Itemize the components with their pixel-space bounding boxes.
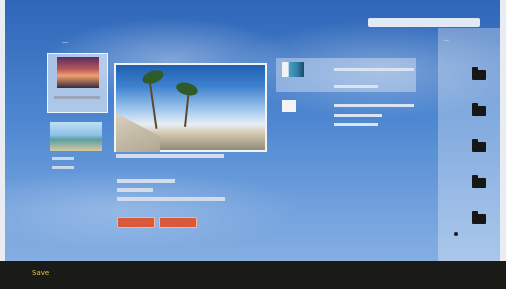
photo-palm-leaves [140,67,166,87]
detail-line-3 [117,197,225,201]
search-input[interactable] [368,18,480,27]
list-item-thumbnail [282,62,304,77]
footer-label[interactable]: Save [32,269,49,277]
album-thumbnail-selected[interactable] [47,53,108,113]
album-thumbnail-image [57,57,99,88]
album-thumbnail-caption [52,166,74,169]
list-item-thumbnail [282,100,296,112]
album-thumbnail[interactable] [50,122,102,151]
action-button-1[interactable] [117,217,155,228]
folder-panel [438,28,500,261]
folder-icon[interactable] [472,67,486,80]
window-right-border [500,0,506,289]
list-item-subtitle [334,123,378,126]
folder-icon[interactable] [472,103,486,116]
main-photo-preview[interactable] [114,63,267,152]
folder-panel-header: — [444,38,449,44]
photo-palm-leaves [174,80,200,98]
photo-caption [116,154,224,158]
action-button-2[interactable] [159,217,197,228]
list-item-subtitle [334,114,382,117]
detail-line-1 [117,179,175,183]
album-title: — [62,39,68,46]
list-item-title [334,68,414,71]
folder-icon[interactable] [472,175,486,188]
photo-browser-screen: — — Save [0,0,506,289]
album-thumbnail-caption [54,96,100,99]
folder-icon[interactable] [472,211,486,224]
bullet-icon [454,232,458,236]
list-item-selected[interactable] [276,58,416,92]
list-item-subtitle [334,85,378,88]
photo-palm-trunk [148,79,158,129]
list-item[interactable] [276,96,416,130]
list-item-title [334,104,414,107]
detail-line-2 [117,188,153,192]
folder-icon[interactable] [472,139,486,152]
footer-bar [0,261,506,289]
window-left-border [0,0,5,289]
album-thumbnail-caption [52,157,74,160]
